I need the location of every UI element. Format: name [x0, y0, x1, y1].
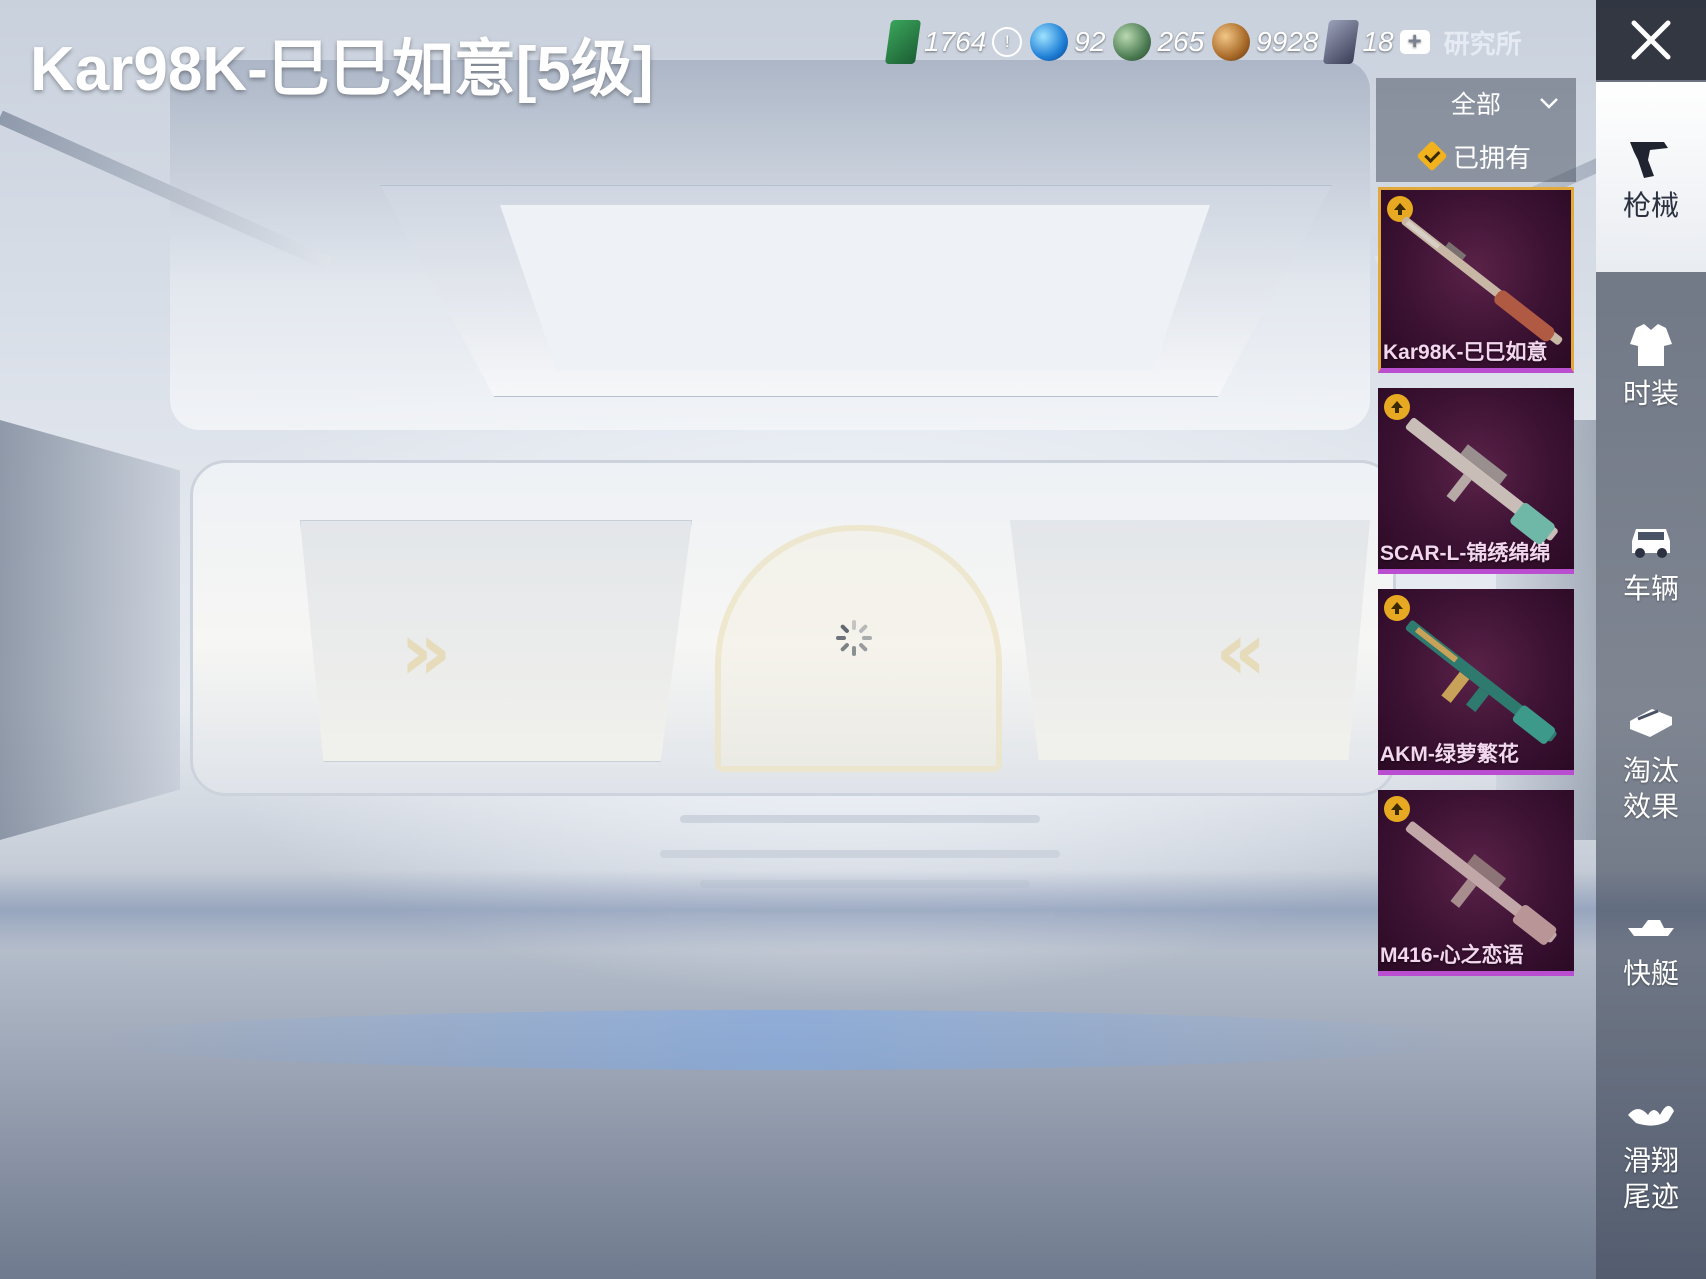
- spinner-tick: [839, 642, 850, 653]
- sidebar-item-label: 快艇: [1622, 957, 1679, 990]
- weapon-name: Kar98K-巳巳如意: [1383, 341, 1548, 364]
- pistol-icon: [1630, 142, 1668, 178]
- currency-bar: 1764 ! 92 265 9928 18 + 研究所: [884, 18, 1522, 66]
- currency-value: 265: [1157, 26, 1205, 57]
- ceiling-beam: [0, 110, 332, 270]
- currency-value: 1764: [924, 26, 987, 57]
- weapon-card[interactable]: SCAR-L-锦绣绵绵: [1378, 388, 1574, 574]
- sidebar-item-label: 滑翔 尾迹: [1622, 1144, 1679, 1213]
- weapon-image: [1388, 812, 1568, 952]
- ceiling-light: [500, 205, 1210, 370]
- spinner-tick: [858, 642, 869, 653]
- close-icon: [1631, 20, 1671, 60]
- sidebar-item-car[interactable]: 车辆: [1596, 485, 1706, 635]
- spinner-tick: [862, 636, 872, 640]
- weapon-card[interactable]: AKM-绿萝繁花: [1378, 589, 1574, 775]
- side-wall: [0, 420, 180, 840]
- currency-value: 18: [1362, 26, 1394, 57]
- car-icon: [1632, 529, 1670, 558]
- wall-panel: [300, 520, 692, 762]
- currency-item[interactable]: 18 +: [1323, 20, 1430, 64]
- loading-spinner-icon: [836, 620, 872, 656]
- sidebar-item-elimination[interactable]: 淘汰 效果: [1596, 670, 1706, 850]
- floor-step: [680, 815, 1040, 823]
- info-icon[interactable]: !: [992, 27, 1023, 57]
- ceiling-frame: [170, 60, 1370, 430]
- weapon-title: Kar98K-巳巳如意[5级]: [30, 35, 654, 104]
- sidebar-item-label: 时装: [1622, 377, 1679, 410]
- category-sidebar: 枪械时装车辆淘汰 效果快艇滑翔 尾迹: [1596, 0, 1706, 1279]
- floor-light: [80, 1010, 1480, 1070]
- sidebar-item-glider[interactable]: 滑翔 尾迹: [1596, 1060, 1706, 1240]
- currency-item[interactable]: 1764 !: [884, 20, 1023, 64]
- weapon-name: AKM-绿萝繁花: [1380, 743, 1519, 766]
- floor-step: [700, 880, 1030, 888]
- elimination-icon: [1630, 709, 1672, 737]
- floor-step: [665, 910, 1055, 918]
- card-currency-icon: [884, 20, 922, 64]
- checkbox-checked-icon: [1416, 140, 1448, 172]
- weapon-image: [1391, 212, 1571, 352]
- green-coin-icon: [1113, 23, 1152, 61]
- category-dropdown[interactable]: 全部: [1376, 78, 1576, 128]
- sidebar-item-label: 枪械: [1622, 189, 1679, 222]
- outfit-icon: [1630, 324, 1672, 366]
- weapon-image: [1388, 611, 1568, 751]
- weapon-card[interactable]: Kar98K-巳巳如意: [1378, 187, 1574, 373]
- plus-icon[interactable]: +: [1399, 30, 1430, 54]
- orb-currency-icon: [1030, 23, 1069, 61]
- chevron-down-icon: [1540, 98, 1558, 109]
- currency-item[interactable]: 265: [1113, 23, 1204, 61]
- spinner-tick: [836, 636, 846, 640]
- chevron-right-icon: »: [400, 605, 452, 698]
- sidebar-item-outfit[interactable]: 时装: [1596, 290, 1706, 440]
- owned-filter-toggle[interactable]: 已拥有: [1376, 130, 1576, 182]
- spinner-tick: [852, 646, 856, 656]
- wall-panel: [1010, 520, 1370, 760]
- weapon-card[interactable]: M416-心之恋语: [1378, 790, 1574, 976]
- currency-item[interactable]: 92: [1030, 23, 1105, 61]
- weapon-name: M416-心之恋语: [1380, 944, 1524, 967]
- currency-item[interactable]: 9928: [1212, 23, 1318, 61]
- filter-panel: 全部 已拥有: [1376, 78, 1576, 182]
- glider-icon: [1628, 1105, 1674, 1126]
- dropdown-value: 全部: [1450, 90, 1501, 119]
- owned-label: 已拥有: [1452, 143, 1531, 174]
- spinner-tick: [839, 623, 850, 634]
- spinner-tick: [852, 620, 856, 630]
- currency-value: 9928: [1256, 26, 1319, 57]
- weapon-image: [1388, 410, 1568, 550]
- back-wall: [190, 460, 1396, 796]
- spinner-tick: [858, 623, 869, 634]
- floor-step: [660, 850, 1060, 858]
- sidebar-item-speedboat[interactable]: 快艇: [1596, 880, 1706, 1010]
- sidebar-item-label: 淘汰 效果: [1622, 754, 1679, 823]
- speedboat-icon: [1628, 920, 1674, 936]
- currency-value: 92: [1074, 26, 1106, 57]
- sidebar-item-label: 车辆: [1622, 572, 1679, 605]
- armory-screen: » « Kar98K-巳巳如意[5级] 1764 ! 92 265 9928 1…: [0, 0, 1706, 1279]
- ceiling-panel: [380, 185, 1332, 397]
- chevron-left-icon: «: [1215, 605, 1267, 698]
- close-button[interactable]: [1596, 0, 1706, 80]
- ticket-currency-icon: [1323, 20, 1360, 64]
- research-lab-link[interactable]: 研究所: [1444, 24, 1522, 61]
- bronze-coin-icon: [1212, 23, 1251, 61]
- weapon-name: SCAR-L-锦绣绵绵: [1380, 542, 1551, 565]
- sidebar-item-pistol[interactable]: 枪械: [1596, 82, 1706, 272]
